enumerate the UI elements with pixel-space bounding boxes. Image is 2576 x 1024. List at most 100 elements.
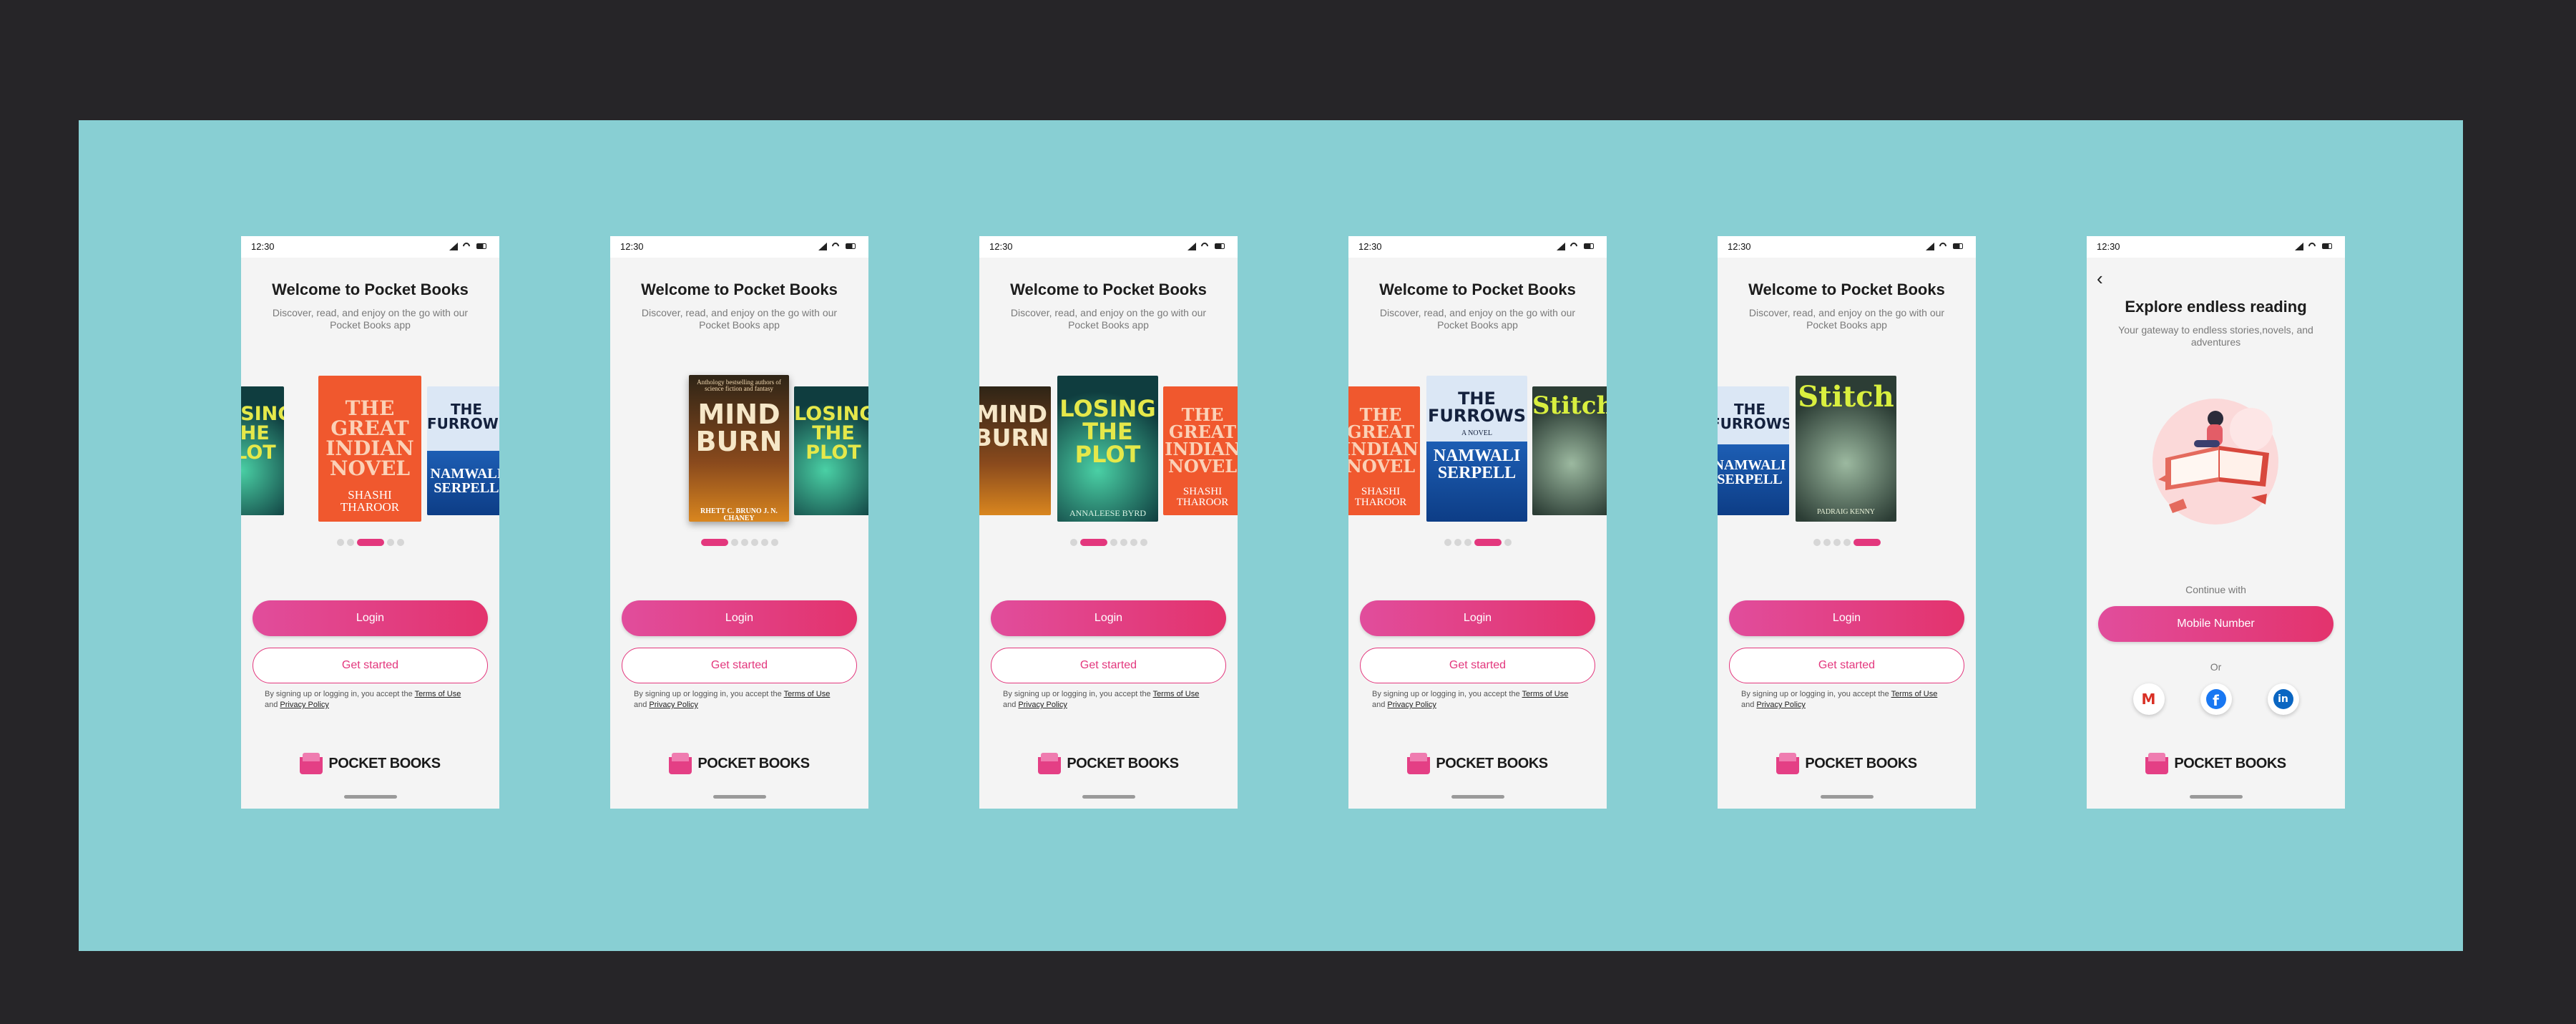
brand-logo: POCKET BOOKS (1348, 753, 1607, 774)
get-started-button[interactable]: Get started (1729, 648, 1964, 683)
book-cover-great-indian-novel[interactable]: THE GREAT INDIAN NOVEL SHASHI THAROOR (318, 376, 421, 522)
login-button[interactable]: Login (991, 600, 1226, 636)
pagination-dot[interactable] (396, 539, 404, 546)
book-cover-mind-burn[interactable]: MIND BURN (979, 386, 1051, 515)
carousel-pagination[interactable] (1718, 539, 1976, 546)
book-carousel[interactable]: MIND BURN LOSING THE PLOT ANNALEESE BYRD… (979, 376, 1238, 526)
pagination-dot-active[interactable] (356, 539, 384, 546)
terms-of-use-link[interactable]: Terms of Use (415, 690, 461, 698)
book-cover-the-furrows[interactable]: THE FURROWS A NOVEL NAMWALI SERPELL (1426, 376, 1527, 522)
home-indicator[interactable] (344, 795, 397, 799)
pagination-dot[interactable] (1140, 539, 1147, 546)
pagination-dot-active[interactable] (1853, 539, 1881, 546)
facebook-login-button[interactable]: f (2200, 683, 2232, 715)
pagination-dot[interactable] (1130, 539, 1137, 546)
pagination-dot-active[interactable] (1474, 539, 1502, 546)
battery-icon (476, 243, 486, 249)
book-cover-losing-the-plot[interactable]: LOSING THE PLOT (241, 386, 284, 515)
privacy-policy-link[interactable]: Privacy Policy (1018, 701, 1067, 709)
pagination-dot[interactable] (1833, 539, 1841, 546)
login-button[interactable]: Login (253, 600, 488, 636)
pagination-dot[interactable] (1069, 539, 1077, 546)
carousel-pagination[interactable] (1348, 539, 1607, 546)
onboarding-screen-5: 12:30 Welcome to Pocket Books Discover, … (1718, 236, 1976, 809)
terms-of-use-link[interactable]: Terms of Use (1153, 690, 1200, 698)
linkedin-login-button[interactable]: in (2267, 683, 2299, 715)
status-time: 12:30 (1728, 241, 1751, 252)
carousel-pagination[interactable] (610, 539, 868, 546)
privacy-policy-link[interactable]: Privacy Policy (1756, 701, 1805, 709)
terms-of-use-link[interactable]: Terms of Use (1522, 690, 1569, 698)
pagination-dot[interactable] (1504, 539, 1512, 546)
pagination-dot[interactable] (1843, 539, 1851, 546)
pagination-dot[interactable] (1823, 539, 1831, 546)
home-indicator[interactable] (1082, 795, 1135, 799)
pagination-dot[interactable] (346, 539, 354, 546)
get-started-button[interactable]: Get started (253, 648, 488, 683)
pagination-dot[interactable] (1813, 539, 1821, 546)
book-cover-losing-the-plot[interactable]: LOSING THE PLOT ANNALEESE BYRD (1057, 376, 1158, 522)
signal-icon (1557, 243, 1565, 250)
pagination-dot[interactable] (770, 539, 778, 546)
book-cover-the-furrows[interactable]: THE FURROWS NAMWALI SERPELL (427, 386, 499, 515)
mobile-number-button[interactable]: Mobile Number (2098, 606, 2333, 642)
carousel-pagination[interactable] (979, 539, 1238, 546)
pagination-dot[interactable] (1454, 539, 1461, 546)
home-indicator[interactable] (1451, 795, 1504, 799)
pagination-dot[interactable] (760, 539, 768, 546)
book-cover-great-indian-novel[interactable]: THE GREAT INDIAN NOVEL SHASHI THAROOR (1348, 386, 1420, 515)
privacy-policy-link[interactable]: Privacy Policy (280, 701, 328, 709)
wifi-icon (1201, 243, 1210, 250)
signal-icon (818, 243, 827, 250)
book-cover-mind-burn[interactable]: Anthology bestselling authors of science… (689, 375, 789, 522)
get-started-button[interactable]: Get started (1360, 648, 1595, 683)
get-started-button[interactable]: Get started (991, 648, 1226, 683)
book-cover-stitch[interactable]: Stitch (1532, 386, 1607, 515)
pagination-dot[interactable] (1444, 539, 1451, 546)
brand-logo: POCKET BOOKS (1718, 753, 1976, 774)
page-title: Welcome to Pocket Books (272, 281, 469, 298)
login-button[interactable]: Login (622, 600, 857, 636)
book-carousel[interactable]: Anthology bestselling authors of science… (610, 375, 868, 526)
book-carousel[interactable]: THE GREAT INDIAN NOVEL SHASHI THAROOR TH… (1348, 376, 1607, 526)
home-indicator[interactable] (1821, 795, 1874, 799)
book-cover-stitch[interactable]: Stitch PADRAIG KENNY (1796, 376, 1896, 522)
battery-icon (1215, 243, 1225, 249)
pagination-dot-active[interactable] (700, 539, 728, 546)
page-subtitle: Discover, read, and enjoy on the go with… (1010, 307, 1207, 331)
page-subtitle: Discover, read, and enjoy on the go with… (1379, 307, 1576, 331)
pagination-dot[interactable] (386, 539, 394, 546)
pagination-dot[interactable] (740, 539, 748, 546)
book-cover-losing-the-plot[interactable]: LOSING THE PLOT (794, 386, 868, 515)
signal-icon (1926, 243, 1934, 250)
home-indicator[interactable] (713, 795, 766, 799)
terms-of-use-link[interactable]: Terms of Use (784, 690, 831, 698)
pagination-dot[interactable] (336, 539, 344, 546)
login-button[interactable]: Login (1729, 600, 1964, 636)
book-carousel[interactable]: LOSING THE PLOT THE GREAT INDIAN NOVEL S… (241, 376, 499, 526)
terms-notice: By signing up or logging in, you accept … (265, 690, 461, 709)
book-logo-icon (1407, 753, 1431, 774)
back-arrow-icon[interactable]: ‹ (2097, 268, 2103, 290)
gmail-login-button[interactable]: M (2132, 683, 2165, 715)
home-indicator[interactable] (2190, 795, 2243, 799)
brand-logo: POCKET BOOKS (241, 753, 499, 774)
pagination-dot-active[interactable] (1079, 539, 1107, 546)
status-time: 12:30 (251, 241, 275, 252)
book-carousel[interactable]: THE FURROWS NAMWALI SERPELL Stitch PADRA… (1718, 376, 1976, 526)
wifi-icon (1570, 243, 1579, 250)
privacy-policy-link[interactable]: Privacy Policy (649, 701, 697, 709)
carousel-pagination[interactable] (241, 539, 499, 546)
book-cover-great-indian-novel[interactable]: THE GREAT INDIAN NOVEL SHASHI THAROOR (1163, 386, 1238, 515)
pagination-dot[interactable] (1464, 539, 1471, 546)
pagination-dot[interactable] (750, 539, 758, 546)
pagination-dot[interactable] (730, 539, 738, 546)
signal-icon (449, 243, 458, 250)
login-button[interactable]: Login (1360, 600, 1595, 636)
pagination-dot[interactable] (1120, 539, 1127, 546)
get-started-button[interactable]: Get started (622, 648, 857, 683)
terms-of-use-link[interactable]: Terms of Use (1891, 690, 1938, 698)
pagination-dot[interactable] (1110, 539, 1117, 546)
book-cover-the-furrows[interactable]: THE FURROWS NAMWALI SERPELL (1718, 386, 1789, 515)
privacy-policy-link[interactable]: Privacy Policy (1387, 701, 1436, 709)
